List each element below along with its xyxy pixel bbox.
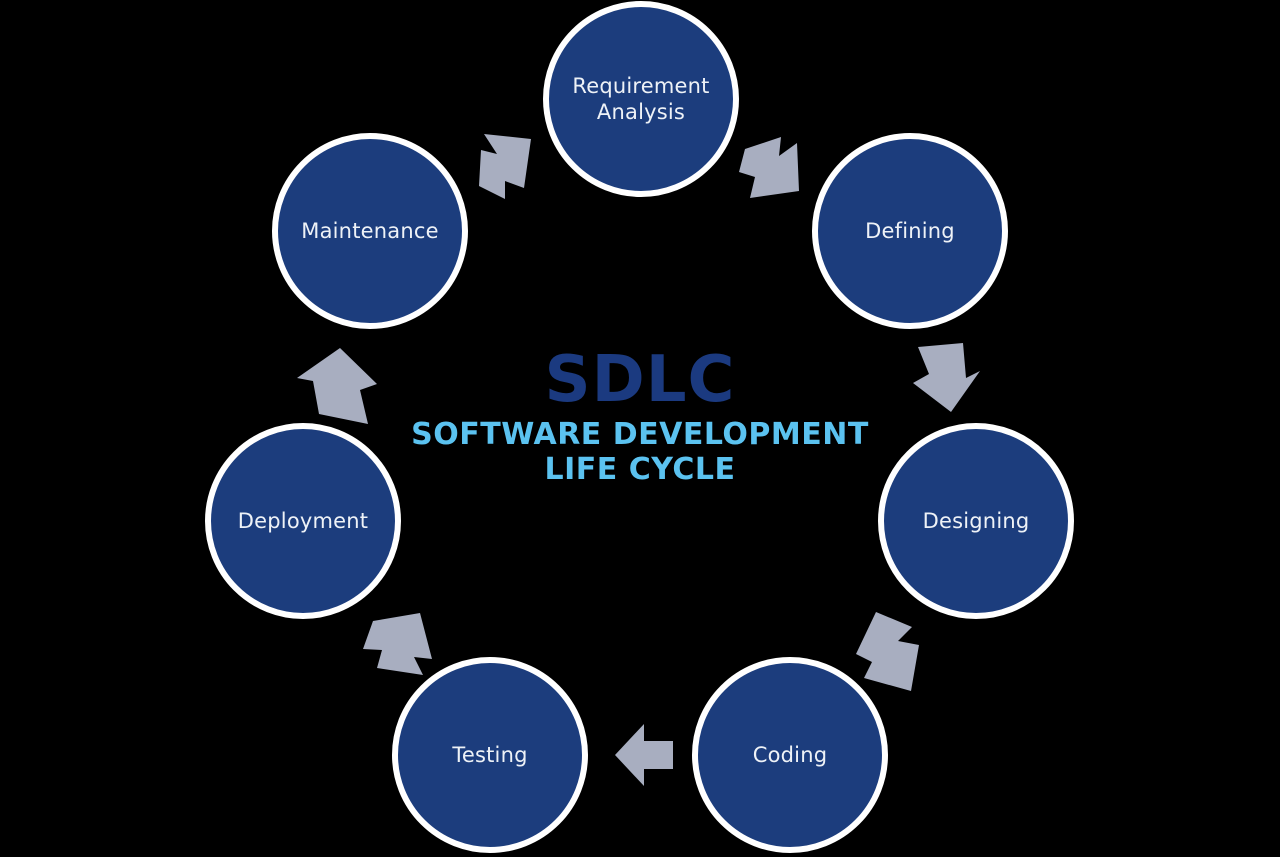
node-defining[interactable]: [812, 133, 1008, 329]
node-requirement-analysis[interactable]: [543, 1, 739, 197]
diagram-subtitle-line-1: SOFTWARE DEVELOPMENT: [411, 417, 869, 452]
diagram-center-text: SDLC SOFTWARE DEVELOPMENT LIFE CYCLE: [340, 348, 940, 487]
diagram-title: SDLC: [544, 343, 736, 417]
arrow-testing-to-deployment: [363, 613, 432, 675]
arrow-requirement-to-defining: [739, 137, 799, 198]
node-coding[interactable]: [692, 657, 888, 853]
node-testing[interactable]: [392, 657, 588, 853]
arrow-coding-to-testing: [615, 724, 673, 786]
arrow-designing-to-coding: [856, 612, 919, 691]
sdlc-cycle-diagram: Requirement Analysis Defining Designing …: [0, 0, 1280, 857]
node-maintenance[interactable]: [272, 133, 468, 329]
arrow-maintenance-to-requirement: [479, 134, 531, 199]
diagram-subtitle-line-2: LIFE CYCLE: [544, 451, 736, 487]
